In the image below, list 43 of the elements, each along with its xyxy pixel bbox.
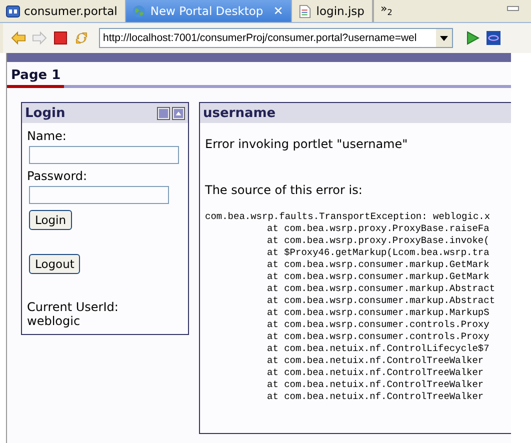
minimize-icon[interactable] [507, 6, 519, 12]
stack-trace-line: at com.bea.wsrp.consumer.markup.GetMark [266, 271, 490, 283]
form-button[interactable]: Logout [29, 254, 80, 274]
input-field[interactable] [29, 146, 179, 164]
refresh-icon[interactable] [74, 31, 89, 45]
field-label: Password: [27, 169, 88, 183]
stack-trace-line: at com.bea.wsrp.proxy.ProxyBase.invoke( [266, 235, 490, 247]
stack-trace-line: at com.bea.wsrp.consumer.markup.GetMark [266, 259, 490, 271]
globe-icon [132, 4, 146, 18]
form-button[interactable]: Login [29, 210, 72, 230]
stack-trace-line: at com.bea.wsrp.proxy.ProxyBase.raiseFa [266, 223, 490, 235]
field-label: Name: [27, 129, 66, 143]
page-tab[interactable]: Page 1 [7, 68, 64, 88]
stop-icon[interactable] [53, 31, 68, 45]
editor-tab[interactable]: login.jsp [292, 0, 374, 22]
stack-trace-line: at com.bea.wsrp.consumer.controls.Proxy [266, 331, 490, 343]
minimize-icon[interactable] [157, 106, 170, 120]
input-field[interactable] [29, 186, 169, 204]
stack-trace-line: at $Proxy46.getMarkup(Lcom.bea.wsrp.tra [266, 247, 490, 259]
stack-trace-line: at com.bea.wsrp.consumer.markup.Abstract [266, 283, 496, 295]
stack-trace-line: at com.bea.wsrp.consumer.controls.Proxy [266, 319, 490, 331]
portal-file-icon [6, 4, 20, 18]
more-tabs-button[interactable]: »$_{2}$ [373, 0, 426, 22]
document-icon [298, 4, 312, 18]
error-message: Error invoking portlet "username" [205, 137, 409, 151]
stack-trace-line: at com.bea.wsrp.consumer.markup.MarkupS [266, 307, 490, 319]
stack-trace-line: at com.bea.netuix.nf.ControlTreeWalker [266, 367, 485, 379]
portlet-title: Login [25, 106, 66, 120]
back-arrow-icon[interactable] [11, 31, 26, 45]
stack-trace-line: at com.bea.netuix.nf.ControlTreeWalker [266, 379, 485, 391]
browser-logo-icon [486, 31, 501, 45]
portlet-title: username [203, 106, 277, 120]
stack-trace-line: com.bea.wsrp.faults.TransportException: weblogic.x [205, 211, 492, 223]
user-value: weblogic [27, 314, 80, 328]
stack-trace-line: at com.bea.netuix.nf.ControlTreeWalker [266, 391, 485, 403]
play-icon[interactable] [465, 31, 480, 45]
error-source-label: The source of this error is: [205, 183, 364, 197]
user-label: Current UserId: [27, 300, 118, 314]
stack-trace-line: at com.bea.netuix.nf.ControlLifecycle$7 [266, 343, 490, 355]
maximize-icon[interactable] [172, 106, 185, 120]
stack-trace-line: at com.bea.wsrp.consumer.markup.Abstract [266, 295, 496, 307]
address-field[interactable]: http://localhost:7001/consumerProj/consumer.portal?username=wel [99, 28, 453, 48]
stack-trace-line: at com.bea.netuix.nf.ControlTreeWalker [266, 355, 485, 367]
